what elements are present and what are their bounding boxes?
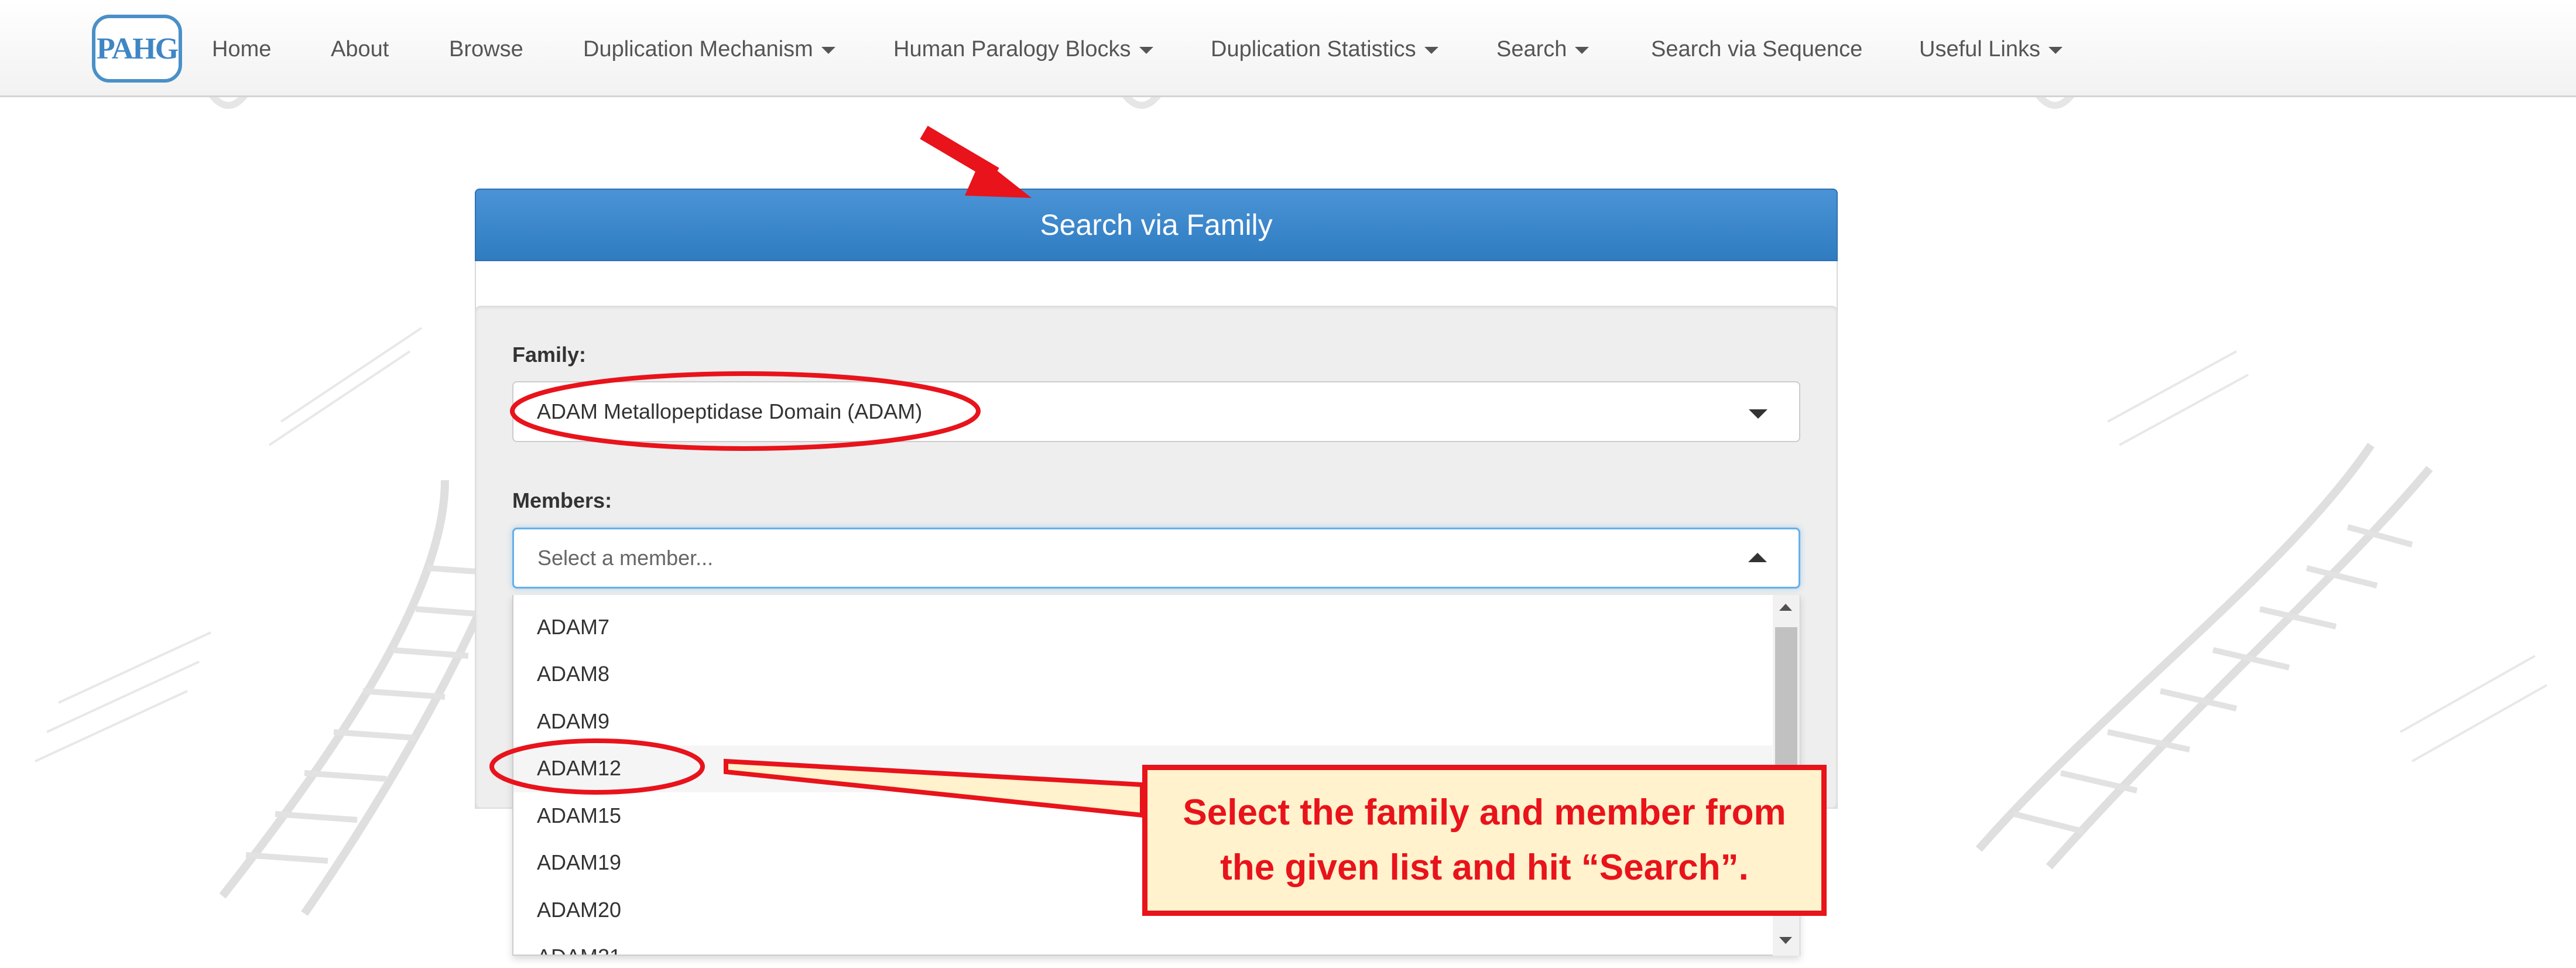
- scroll-down-icon[interactable]: [1779, 937, 1792, 944]
- caret-down-icon: [2048, 46, 2063, 54]
- nav-useful-links[interactable]: Useful Links: [1919, 34, 2063, 64]
- panel-title: Search via Family: [475, 189, 1838, 261]
- logo-text: PAHG: [96, 32, 179, 66]
- nav-search-via-sequence-label: Search via Sequence: [1651, 37, 1863, 61]
- nav-browse-label: Browse: [449, 37, 523, 61]
- nav-useful-links-label: Useful Links: [1919, 37, 2040, 61]
- pahg-logo[interactable]: PAHG: [92, 15, 182, 83]
- family-select[interactable]: ADAM Metallopeptidase Domain (ADAM): [512, 381, 1800, 442]
- nav-search-via-sequence[interactable]: Search via Sequence: [1651, 34, 1862, 64]
- nav-duplication-statistics[interactable]: Duplication Statistics: [1211, 34, 1438, 64]
- nav-human-paralogy-blocks-label: Human Paralogy Blocks: [893, 37, 1131, 61]
- nav-about-label: About: [331, 37, 389, 61]
- members-select[interactable]: Select a member...: [512, 528, 1800, 589]
- dropdown-scrollbar-thumb[interactable]: [1775, 627, 1797, 768]
- members-label: Members:: [512, 488, 612, 512]
- member-option[interactable]: ADAM19: [537, 848, 621, 877]
- nav-duplication-mechanism-label: Duplication Mechanism: [583, 37, 813, 61]
- instruction-callout: Select the family and member from the gi…: [1142, 765, 1827, 916]
- member-option[interactable]: ADAM21: [537, 942, 621, 955]
- nav-search[interactable]: Search: [1496, 34, 1590, 64]
- caret-down-icon: [1575, 46, 1590, 54]
- caret-down-icon: [1139, 46, 1153, 54]
- caret-down-icon: [821, 46, 835, 54]
- member-option[interactable]: ADAM15: [537, 801, 621, 830]
- family-select-value: ADAM Metallopeptidase Domain (ADAM): [537, 399, 923, 423]
- callout-line-1: Select the family and member from: [1183, 792, 1786, 833]
- nav-duplication-mechanism[interactable]: Duplication Mechanism: [583, 34, 835, 64]
- callout-line-2: the given list and hit “Search”.: [1220, 847, 1749, 888]
- member-option[interactable]: ADAM9: [537, 707, 609, 736]
- nav-search-label: Search: [1496, 37, 1567, 61]
- nav-human-paralogy-blocks[interactable]: Human Paralogy Blocks: [893, 34, 1153, 64]
- caret-down-icon: [1424, 46, 1438, 54]
- nav-duplication-statistics-label: Duplication Statistics: [1211, 37, 1416, 61]
- member-option[interactable]: ADAM20: [537, 895, 621, 925]
- member-option[interactable]: ADAM8: [537, 659, 609, 689]
- member-option-selected[interactable]: ADAM12: [537, 754, 621, 783]
- nav-about[interactable]: About: [331, 34, 389, 64]
- nav-browse[interactable]: Browse: [449, 34, 523, 64]
- nav-home[interactable]: Home: [212, 34, 271, 64]
- members-select-placeholder: Select a member...: [537, 546, 714, 570]
- chevron-down-icon: [1749, 409, 1767, 419]
- top-navbar: PAHG Home About Browse Duplication Mecha…: [0, 0, 2576, 97]
- chevron-up-icon: [1748, 553, 1767, 562]
- family-label: Family:: [512, 343, 587, 367]
- member-option[interactable]: ADAM7: [537, 613, 609, 642]
- scroll-up-icon[interactable]: [1779, 604, 1792, 611]
- nav-home-label: Home: [212, 37, 272, 61]
